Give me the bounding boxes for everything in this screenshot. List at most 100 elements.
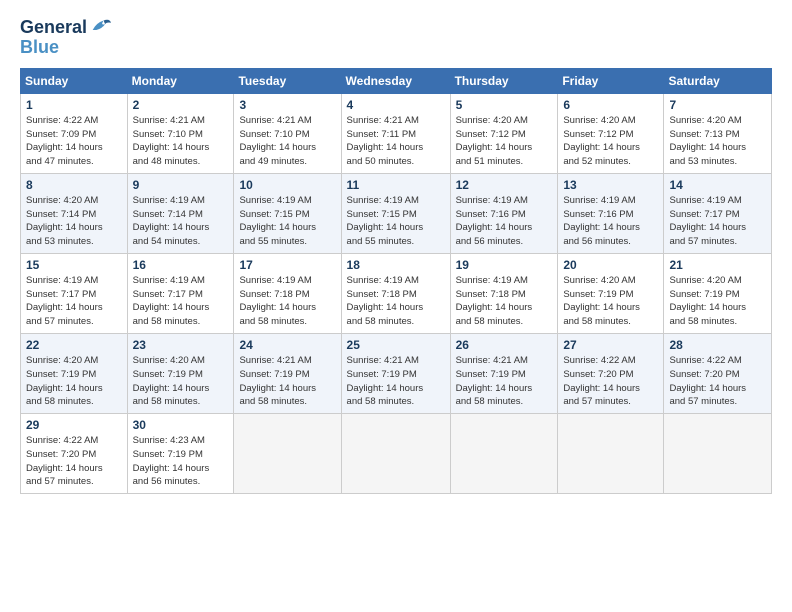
day-number: 15 — [26, 258, 122, 272]
day-info: Sunrise: 4:20 AMSunset: 7:12 PMDaylight:… — [456, 114, 553, 169]
header-row: SundayMondayTuesdayWednesdayThursdayFrid… — [21, 68, 772, 93]
day-number: 18 — [347, 258, 445, 272]
day-number: 9 — [133, 178, 229, 192]
calendar-cell: 2 Sunrise: 4:21 AMSunset: 7:10 PMDaylight… — [127, 93, 234, 173]
day-info: Sunrise: 4:19 AMSunset: 7:17 PMDaylight:… — [669, 194, 766, 249]
day-number: 4 — [347, 98, 445, 112]
day-number: 5 — [456, 98, 553, 112]
calendar-cell: 27 Sunrise: 4:22 AMSunset: 7:20 PMDayligh… — [558, 333, 664, 413]
day-info: Sunrise: 4:21 AMSunset: 7:10 PMDaylight:… — [239, 114, 335, 169]
calendar-cell: 12 Sunrise: 4:19 AMSunset: 7:16 PMDayligh… — [450, 173, 558, 253]
calendar-cell: 24Sunrise: 4:21 AMSunset: 7:19 PMDayligh… — [234, 333, 341, 413]
calendar-cell: 3 Sunrise: 4:21 AMSunset: 7:10 PMDaylight… — [234, 93, 341, 173]
day-info: Sunrise: 4:19 AMSunset: 7:18 PMDaylight:… — [456, 274, 553, 329]
day-number: 17 — [239, 258, 335, 272]
day-info: Sunrise: 4:22 AMSunset: 7:20 PMDaylight:… — [26, 434, 122, 489]
col-header-saturday: Saturday — [664, 68, 772, 93]
day-info: Sunrise: 4:20 AMSunset: 7:19 PMDaylight:… — [669, 274, 766, 329]
calendar-cell: 25 Sunrise: 4:21 AMSunset: 7:19 PMDayligh… — [341, 333, 450, 413]
day-info: Sunrise: 4:22 AMSunset: 7:20 PMDaylight:… — [563, 354, 658, 409]
day-info: Sunrise: 4:19 AMSunset: 7:14 PMDaylight:… — [133, 194, 229, 249]
calendar-cell: 18 Sunrise: 4:19 AMSunset: 7:18 PMDayligh… — [341, 253, 450, 333]
day-number: 25 — [347, 338, 445, 352]
day-number: 3 — [239, 98, 335, 112]
calendar-week-1: 1 Sunrise: 4:22 AMSunset: 7:09 PMDaylight… — [21, 93, 772, 173]
calendar-cell: 28 Sunrise: 4:22 AMSunset: 7:20 PMDayligh… — [664, 333, 772, 413]
calendar-week-3: 15 Sunrise: 4:19 AMSunset: 7:17 PMDayligh… — [21, 253, 772, 333]
day-info: Sunrise: 4:20 AMSunset: 7:19 PMDaylight:… — [26, 354, 122, 409]
calendar-cell: 5 Sunrise: 4:20 AMSunset: 7:12 PMDaylight… — [450, 93, 558, 173]
calendar-cell: 21Sunrise: 4:20 AMSunset: 7:19 PMDayligh… — [664, 253, 772, 333]
col-header-thursday: Thursday — [450, 68, 558, 93]
col-header-friday: Friday — [558, 68, 664, 93]
day-info: Sunrise: 4:23 AMSunset: 7:19 PMDaylight:… — [133, 434, 229, 489]
day-number: 27 — [563, 338, 658, 352]
day-number: 11 — [347, 178, 445, 192]
day-info: Sunrise: 4:21 AMSunset: 7:19 PMDaylight:… — [456, 354, 553, 409]
day-number: 14 — [669, 178, 766, 192]
day-number: 26 — [456, 338, 553, 352]
day-info: Sunrise: 4:21 AMSunset: 7:19 PMDaylight:… — [347, 354, 445, 409]
day-number: 2 — [133, 98, 229, 112]
day-info: Sunrise: 4:22 AMSunset: 7:20 PMDaylight:… — [669, 354, 766, 409]
day-info: Sunrise: 4:19 AMSunset: 7:16 PMDaylight:… — [563, 194, 658, 249]
col-header-sunday: Sunday — [21, 68, 128, 93]
day-info: Sunrise: 4:19 AMSunset: 7:18 PMDaylight:… — [347, 274, 445, 329]
day-info: Sunrise: 4:20 AMSunset: 7:12 PMDaylight:… — [563, 114, 658, 169]
col-header-monday: Monday — [127, 68, 234, 93]
calendar-week-5: 29 Sunrise: 4:22 AMSunset: 7:20 PMDayligh… — [21, 414, 772, 494]
day-info: Sunrise: 4:19 AMSunset: 7:15 PMDaylight:… — [239, 194, 335, 249]
calendar-cell: 22 Sunrise: 4:20 AMSunset: 7:19 PMDayligh… — [21, 333, 128, 413]
logo-bird-icon — [89, 15, 111, 37]
calendar-cell: 19 Sunrise: 4:19 AMSunset: 7:18 PMDayligh… — [450, 253, 558, 333]
day-number: 1 — [26, 98, 122, 112]
day-number: 7 — [669, 98, 766, 112]
day-info: Sunrise: 4:20 AMSunset: 7:14 PMDaylight:… — [26, 194, 122, 249]
day-info: Sunrise: 4:20 AMSunset: 7:13 PMDaylight:… — [669, 114, 766, 169]
day-number: 22 — [26, 338, 122, 352]
day-info: Sunrise: 4:19 AMSunset: 7:17 PMDaylight:… — [26, 274, 122, 329]
day-number: 19 — [456, 258, 553, 272]
calendar-cell: 29 Sunrise: 4:22 AMSunset: 7:20 PMDayligh… — [21, 414, 128, 494]
col-header-tuesday: Tuesday — [234, 68, 341, 93]
calendar-cell: 8 Sunrise: 4:20 AMSunset: 7:14 PMDaylight… — [21, 173, 128, 253]
day-number: 30 — [133, 418, 229, 432]
calendar-cell: 7 Sunrise: 4:20 AMSunset: 7:13 PMDaylight… — [664, 93, 772, 173]
day-number: 6 — [563, 98, 658, 112]
day-number: 28 — [669, 338, 766, 352]
day-number: 12 — [456, 178, 553, 192]
calendar-cell — [664, 414, 772, 494]
logo-general: General — [20, 18, 87, 38]
calendar-cell: 16 Sunrise: 4:19 AMSunset: 7:17 PMDayligh… — [127, 253, 234, 333]
day-number: 29 — [26, 418, 122, 432]
page: General Blue SundayMondayTuesdayWednesda… — [0, 0, 792, 612]
day-info: Sunrise: 4:19 AMSunset: 7:17 PMDaylight:… — [133, 274, 229, 329]
calendar-cell — [558, 414, 664, 494]
day-info: Sunrise: 4:21 AMSunset: 7:10 PMDaylight:… — [133, 114, 229, 169]
day-number: 16 — [133, 258, 229, 272]
calendar-cell — [234, 414, 341, 494]
calendar-cell: 20 Sunrise: 4:20 AMSunset: 7:19 PMDayligh… — [558, 253, 664, 333]
calendar-cell: 26 Sunrise: 4:21 AMSunset: 7:19 PMDayligh… — [450, 333, 558, 413]
calendar-cell: 15 Sunrise: 4:19 AMSunset: 7:17 PMDayligh… — [21, 253, 128, 333]
day-number: 20 — [563, 258, 658, 272]
calendar-cell: 30 Sunrise: 4:23 AMSunset: 7:19 PMDayligh… — [127, 414, 234, 494]
day-number: 8 — [26, 178, 122, 192]
calendar-cell — [341, 414, 450, 494]
day-info: Sunrise: 4:20 AMSunset: 7:19 PMDaylight:… — [563, 274, 658, 329]
calendar-cell: 6 Sunrise: 4:20 AMSunset: 7:12 PMDaylight… — [558, 93, 664, 173]
day-info: Sunrise: 4:19 AMSunset: 7:16 PMDaylight:… — [456, 194, 553, 249]
day-info: Sunrise: 4:22 AMSunset: 7:09 PMDaylight:… — [26, 114, 122, 169]
calendar-cell: 23Sunrise: 4:20 AMSunset: 7:19 PMDayligh… — [127, 333, 234, 413]
day-info: Sunrise: 4:19 AMSunset: 7:18 PMDaylight:… — [239, 274, 335, 329]
calendar-cell: 11Sunrise: 4:19 AMSunset: 7:15 PMDayligh… — [341, 173, 450, 253]
day-number: 10 — [239, 178, 335, 192]
calendar-cell: 13Sunrise: 4:19 AMSunset: 7:16 PMDayligh… — [558, 173, 664, 253]
calendar-cell: 9 Sunrise: 4:19 AMSunset: 7:14 PMDaylight… — [127, 173, 234, 253]
header: General Blue — [20, 18, 772, 58]
calendar-cell — [450, 414, 558, 494]
calendar-cell: 10 Sunrise: 4:19 AMSunset: 7:15 PMDayligh… — [234, 173, 341, 253]
calendar-table: SundayMondayTuesdayWednesdayThursdayFrid… — [20, 68, 772, 494]
calendar-cell: 17 Sunrise: 4:19 AMSunset: 7:18 PMDayligh… — [234, 253, 341, 333]
day-number: 24 — [239, 338, 335, 352]
